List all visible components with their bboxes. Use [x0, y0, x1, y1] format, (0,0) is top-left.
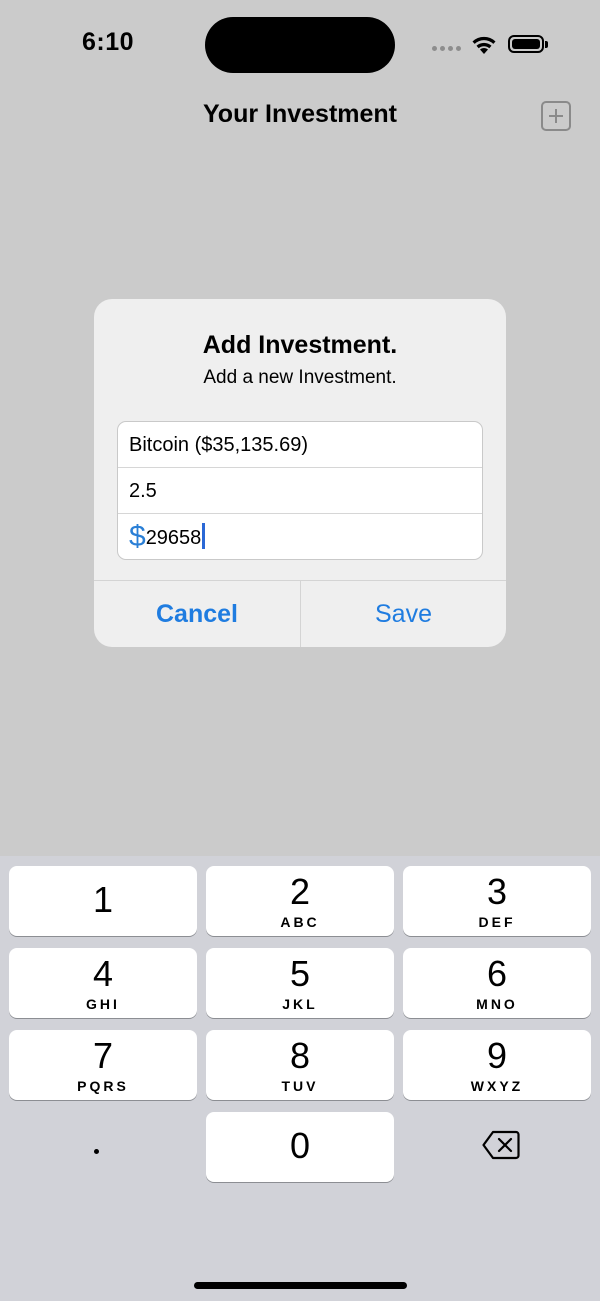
add-investment-dialog: Add Investment. Add a new Investment. Bi…	[94, 299, 506, 647]
quantity-field-value: 2.5	[129, 480, 157, 502]
currency-symbol: $	[129, 520, 146, 553]
battery-icon	[508, 35, 548, 53]
status-time: 6:10	[82, 28, 135, 56]
key-3[interactable]: 3 DEF	[403, 866, 591, 936]
dynamic-island	[205, 17, 395, 73]
save-button[interactable]: Save	[301, 581, 506, 647]
key-6[interactable]: 6 MNO	[403, 948, 591, 1018]
cellular-signal-icon	[432, 46, 462, 52]
decimal-key[interactable]	[9, 1112, 197, 1182]
key-9[interactable]: 9 WXYZ	[403, 1030, 591, 1100]
cancel-button[interactable]: Cancel	[94, 581, 300, 647]
page-title: Your Investment	[202, 100, 398, 128]
backspace-icon	[482, 1130, 520, 1160]
key-0[interactable]: 0	[206, 1112, 394, 1182]
key-2[interactable]: 2 ABC	[206, 866, 394, 936]
key-4[interactable]: 4 GHI	[9, 948, 197, 1018]
key-1[interactable]: 1	[9, 866, 197, 936]
dialog-buttons: Cancel Save	[94, 580, 506, 647]
decimal-point	[94, 1149, 99, 1154]
text-caret	[202, 523, 206, 549]
dialog-message: Add a new Investment.	[203, 367, 397, 388]
asset-field-value: Bitcoin ($35,135.69)	[129, 434, 309, 456]
wifi-icon	[472, 36, 496, 54]
dialog-title: Add Investment.	[202, 331, 398, 359]
key-7[interactable]: 7 PQRS	[9, 1030, 197, 1100]
amount-field[interactable]: $29658	[118, 514, 482, 559]
key-5[interactable]: 5 JKL	[206, 948, 394, 1018]
key-8[interactable]: 8 TUV	[206, 1030, 394, 1100]
amount-field-value: 29658	[145, 527, 202, 549]
dialog-fields: Bitcoin ($35,135.69) 2.5 $29658	[117, 421, 483, 560]
plus-square-icon[interactable]	[541, 101, 571, 131]
home-indicator[interactable]	[194, 1282, 407, 1289]
quantity-field[interactable]: 2.5	[118, 468, 482, 514]
asset-field[interactable]: Bitcoin ($35,135.69)	[118, 422, 482, 468]
